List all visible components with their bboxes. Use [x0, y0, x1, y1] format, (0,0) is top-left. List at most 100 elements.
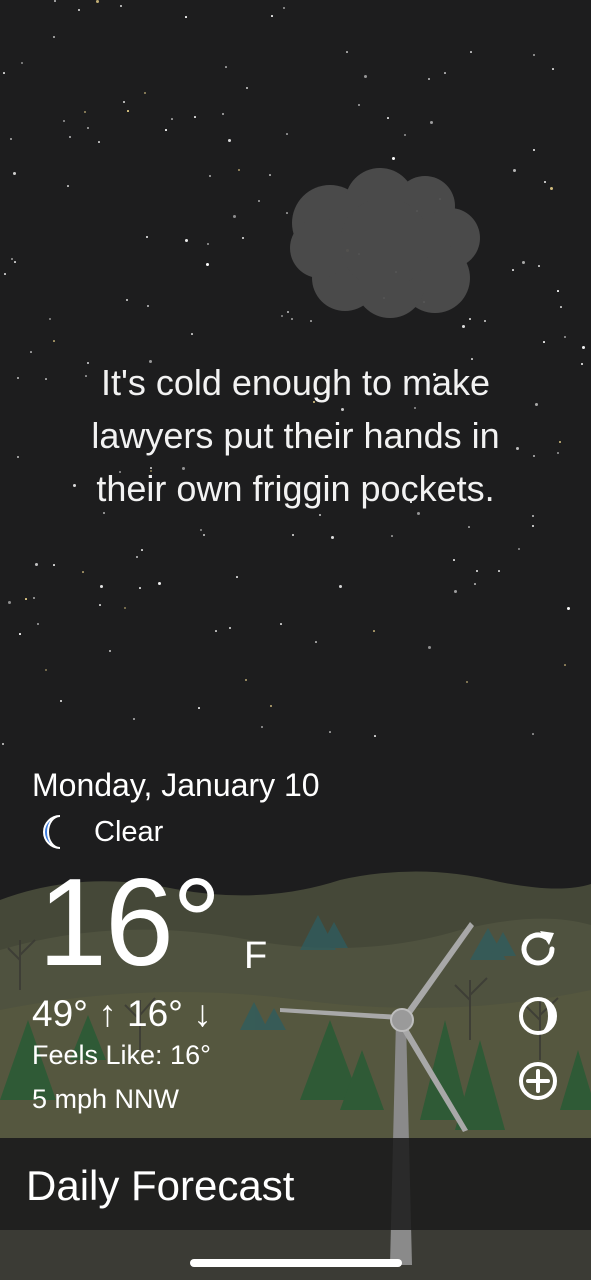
temperature-unit[interactable]: F	[244, 935, 267, 978]
star	[261, 726, 263, 728]
star	[171, 118, 173, 120]
star	[228, 139, 231, 142]
star	[374, 735, 376, 737]
wind-speed: 5 mph NNW	[32, 1084, 180, 1114]
quote-line: lawyers put their hands in	[91, 415, 500, 456]
star	[14, 261, 16, 263]
star	[229, 627, 231, 629]
star	[373, 630, 375, 632]
star	[133, 718, 135, 720]
star	[4, 273, 6, 275]
star	[203, 534, 205, 536]
star	[67, 185, 69, 187]
star	[246, 87, 248, 89]
quote-line: their own friggin pockets.	[96, 468, 495, 509]
star	[258, 200, 260, 202]
moon-icon	[43, 815, 61, 849]
home-indicator[interactable]	[190, 1259, 402, 1267]
star	[147, 305, 149, 307]
star	[69, 136, 71, 138]
star	[560, 306, 562, 308]
star	[126, 299, 128, 301]
star	[53, 36, 55, 38]
star	[468, 526, 470, 528]
star	[13, 172, 16, 175]
star	[127, 110, 129, 112]
star	[45, 669, 47, 671]
daily-forecast-label[interactable]: Daily Forecast	[26, 1162, 294, 1210]
star	[78, 9, 80, 11]
star	[557, 290, 559, 292]
star	[158, 582, 161, 585]
star	[185, 16, 187, 18]
star	[30, 351, 32, 353]
star	[476, 570, 478, 572]
star	[291, 318, 293, 320]
star	[532, 733, 534, 735]
star	[194, 116, 196, 118]
quote-line: It's cold enough to make	[100, 362, 491, 403]
star	[310, 320, 312, 322]
star	[462, 325, 465, 328]
star	[98, 141, 100, 143]
star	[96, 0, 99, 3]
star	[544, 181, 546, 183]
star	[139, 587, 141, 589]
star	[567, 607, 570, 610]
star	[470, 51, 472, 53]
moon-phase-icon[interactable]	[516, 994, 560, 1038]
star	[582, 346, 585, 349]
star	[550, 187, 553, 190]
star	[392, 157, 395, 160]
current-temperature: 16°	[38, 854, 222, 992]
star	[387, 117, 389, 119]
star	[54, 0, 56, 2]
feels-like: Feels Like: 16°	[32, 1040, 211, 1070]
star	[185, 239, 188, 242]
star	[35, 563, 38, 566]
star	[109, 650, 111, 652]
star	[87, 127, 89, 129]
star	[60, 700, 62, 702]
high-low-temperature: 49° ↑ 16° ↓	[32, 993, 212, 1034]
star	[346, 51, 348, 53]
star	[331, 536, 334, 539]
star	[99, 604, 101, 606]
star	[543, 341, 545, 343]
star	[430, 121, 433, 124]
star	[8, 601, 11, 604]
star	[215, 630, 217, 632]
star	[518, 548, 520, 550]
star	[329, 731, 331, 733]
star	[339, 585, 342, 588]
add-location-icon[interactable]	[516, 1059, 560, 1103]
star	[533, 149, 535, 151]
star	[281, 315, 283, 317]
star	[532, 525, 534, 527]
condition-text: Clear	[94, 815, 164, 848]
star	[236, 576, 238, 578]
star	[512, 269, 514, 271]
star	[428, 78, 430, 80]
star	[17, 377, 19, 379]
star	[123, 101, 125, 103]
star	[428, 646, 431, 649]
star	[165, 129, 167, 131]
star	[270, 705, 272, 707]
star	[33, 597, 35, 599]
star	[53, 340, 55, 342]
star	[21, 62, 23, 64]
star	[364, 75, 367, 78]
star	[564, 664, 566, 666]
star	[469, 318, 471, 320]
star	[225, 66, 227, 68]
star	[200, 529, 202, 531]
star	[37, 623, 39, 625]
star	[222, 113, 224, 115]
star	[82, 571, 84, 573]
weather-screen: It's cold enough to make lawyers put the…	[0, 0, 591, 1280]
star	[198, 707, 200, 709]
star	[49, 318, 51, 320]
star	[242, 237, 244, 239]
refresh-icon[interactable]	[516, 927, 560, 971]
